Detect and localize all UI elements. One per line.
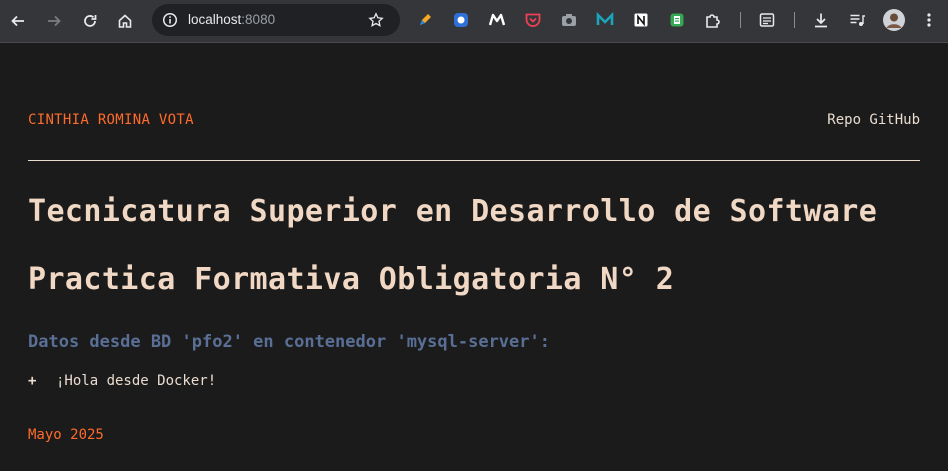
forward-button[interactable]	[42, 9, 66, 33]
home-icon	[118, 14, 132, 28]
page-subtitle: Practica Formativa Obligatoria N° 2	[28, 262, 675, 297]
db-data-list: + ¡Hola desde Docker!	[28, 372, 216, 390]
download-icon[interactable]	[812, 11, 830, 29]
home-button[interactable]	[113, 9, 137, 33]
extension-shield-icon[interactable]	[452, 11, 470, 29]
media-queue-icon[interactable]	[848, 11, 866, 29]
data-source-heading: Datos desde BD 'pfo2' en contenedor 'mys…	[28, 332, 550, 352]
arrow-left-icon	[11, 15, 24, 27]
list-item-text: ¡Hola desde Docker!	[56, 373, 217, 389]
extension-doc-icon[interactable]	[668, 11, 686, 29]
notion-icon[interactable]	[632, 11, 650, 29]
url-text: localhost:8080	[188, 12, 276, 27]
page-title: Tecnicatura Superior en Desarrollo de So…	[28, 194, 878, 229]
extension-m2-icon[interactable]	[596, 11, 614, 29]
kebab-menu-icon[interactable]	[920, 11, 938, 29]
header-divider	[28, 160, 920, 161]
reading-list-icon[interactable]	[758, 11, 776, 29]
camera-icon[interactable]	[560, 11, 578, 29]
reload-icon	[84, 15, 97, 27]
footer-date: Mayo 2025	[28, 427, 104, 443]
back-button[interactable]	[6, 9, 30, 33]
reload-button[interactable]	[78, 9, 102, 33]
bookmark-star-icon[interactable]	[368, 12, 384, 28]
avatar[interactable]	[883, 9, 905, 31]
repo-github-link[interactable]: Repo GitHub	[827, 112, 920, 128]
browser-toolbar: localhost:8080	[0, 0, 948, 43]
extension-m-icon[interactable]	[488, 11, 506, 29]
arrow-right-icon	[48, 15, 61, 27]
author-name: CINTHIA ROMINA VOTA	[28, 112, 194, 128]
site-info-icon[interactable]	[162, 12, 178, 28]
list-bullet: +	[28, 373, 37, 389]
pocket-icon[interactable]	[524, 11, 542, 29]
toolbar-divider	[740, 12, 741, 28]
toolbar-divider	[794, 12, 795, 28]
pen-icon[interactable]	[416, 11, 434, 29]
puzzle-icon[interactable]	[704, 11, 722, 29]
list-item: + ¡Hola desde Docker!	[28, 372, 216, 390]
page-content: CINTHIA ROMINA VOTA Repo GitHub Tecnicat…	[0, 44, 948, 471]
address-bar[interactable]: localhost:8080	[152, 4, 400, 36]
